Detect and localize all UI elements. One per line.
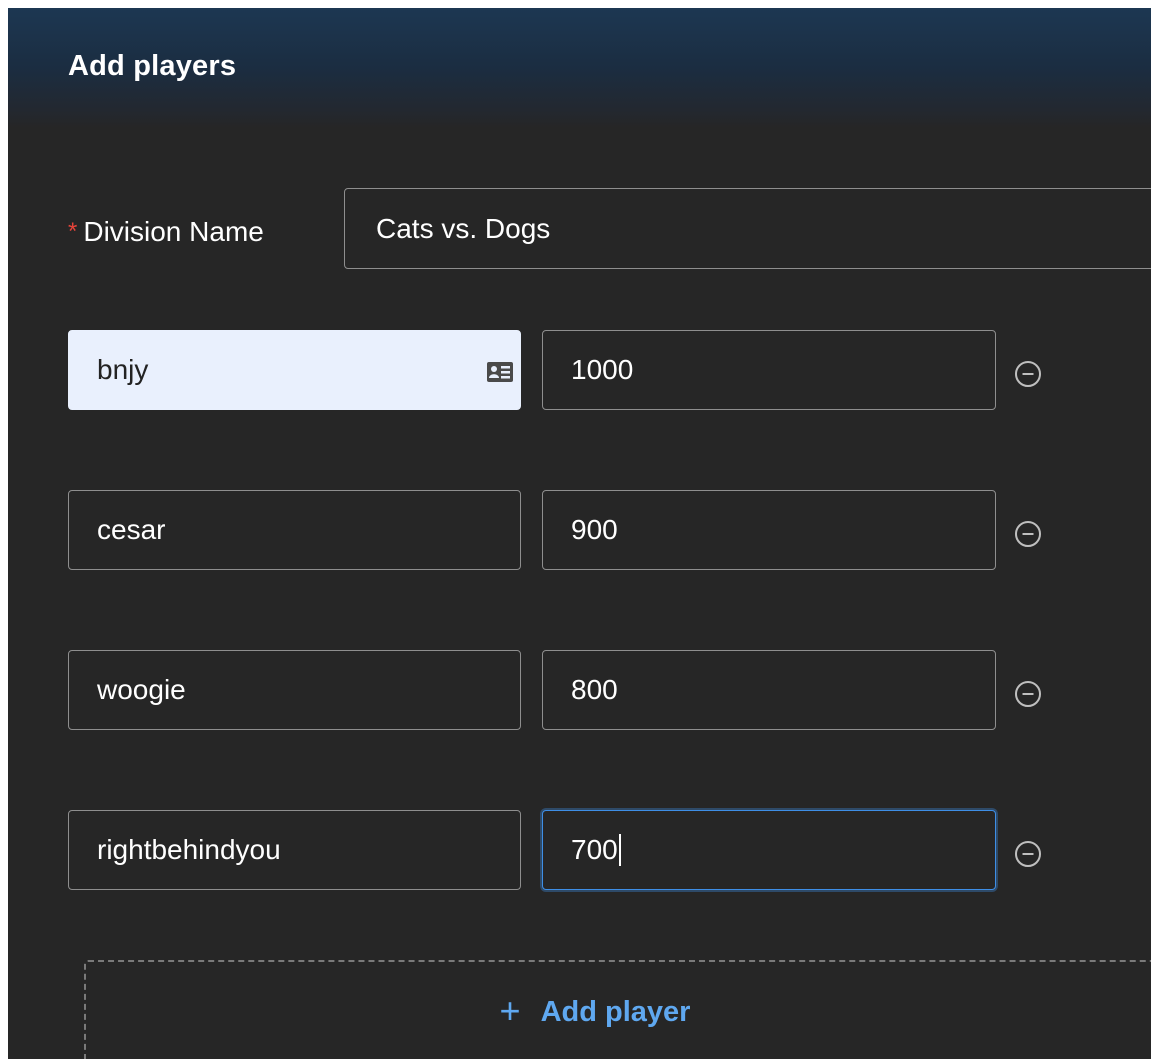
minus-circle-icon[interactable] — [1014, 360, 1042, 388]
player-name-input-2[interactable]: cesar — [68, 490, 521, 570]
add-player-button[interactable]: + Add player — [84, 960, 1151, 1059]
minus-circle-icon[interactable] — [1014, 680, 1042, 708]
player-value: 1000 — [571, 354, 634, 385]
player-value-input-1[interactable]: 1000 — [542, 330, 996, 410]
required-mark: * — [68, 218, 78, 245]
player-value-input-4[interactable]: 700 — [542, 810, 996, 890]
player-name-value: rightbehindyou — [97, 834, 281, 865]
contact-card-icon[interactable] — [486, 358, 514, 390]
player-value: 700 — [571, 834, 618, 865]
panel-title: Add players — [68, 50, 237, 82]
add-players-panel: Add players * Division Name Cats vs. Dogs… — [8, 8, 1151, 1059]
text-caret — [618, 834, 621, 866]
player-name-input-4[interactable]: rightbehindyou — [68, 810, 521, 890]
player-name-input-3[interactable]: woogie — [68, 650, 521, 730]
player-name-value: bnjy — [97, 354, 149, 385]
panel-header: Add players — [8, 8, 1151, 128]
plus-icon: + — [499, 990, 521, 1031]
player-value: 800 — [571, 674, 618, 705]
player-value-input-2[interactable]: 900 — [542, 490, 996, 570]
division-name-value: Cats vs. Dogs — [376, 212, 551, 244]
player-name-value: cesar — [97, 514, 166, 545]
player-name-input-1[interactable]: bnjy — [68, 330, 521, 410]
player-value-input-3[interactable]: 800 — [542, 650, 996, 730]
division-name-label: * Division Name — [68, 216, 264, 248]
division-name-label-text: Division Name — [83, 216, 264, 247]
minus-circle-icon[interactable] — [1014, 840, 1042, 868]
player-value: 900 — [571, 514, 618, 545]
division-name-input[interactable]: Cats vs. Dogs — [344, 188, 1151, 269]
player-name-value: woogie — [97, 674, 186, 705]
minus-circle-icon[interactable] — [1014, 520, 1042, 548]
add-player-label: Add player — [540, 995, 691, 1028]
